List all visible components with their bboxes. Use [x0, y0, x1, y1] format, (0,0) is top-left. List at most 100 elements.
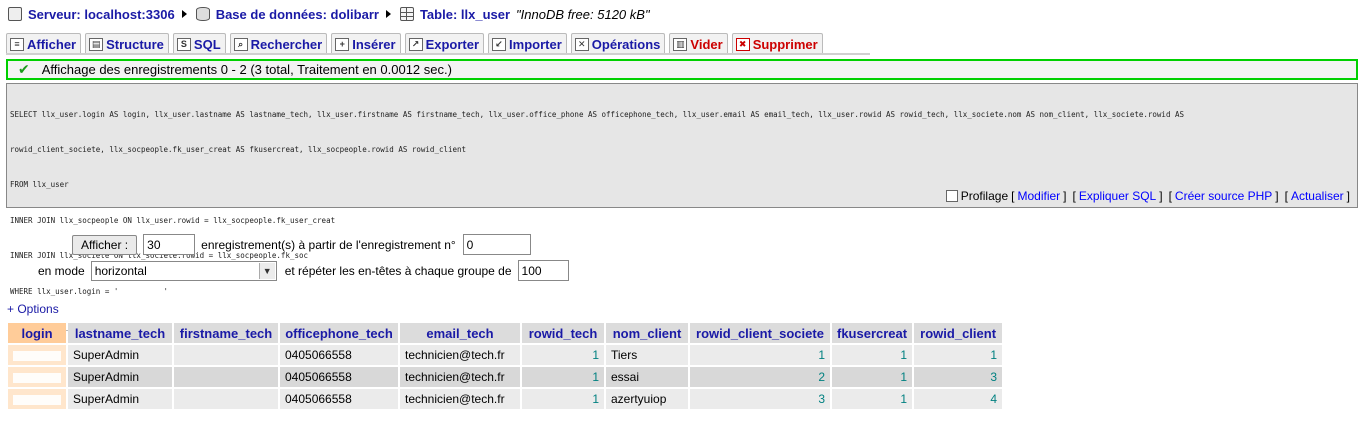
- cell-rowid-client: 4: [914, 389, 1003, 409]
- table-row[interactable]: SuperAdmin 0405066558 technicien@tech.fr…: [8, 367, 1003, 387]
- chevron-down-icon[interactable]: ▼: [258, 262, 275, 279]
- database-link[interactable]: Base de données: dolibarr: [216, 7, 379, 22]
- show-button[interactable]: Afficher :: [72, 234, 138, 255]
- tab-label: SQL: [193, 36, 221, 52]
- tab-label: Insérer: [352, 36, 396, 52]
- structure-icon: ▤: [89, 37, 104, 51]
- profiling-label: Profilage: [960, 189, 1009, 203]
- tab-label: Rechercher: [250, 36, 323, 52]
- cell-firstname-tech: [174, 367, 278, 387]
- sql-line: INNER JOIN llx_socpeople ON llx_user.row…: [10, 215, 336, 225]
- breadcrumb: Serveur: localhost:3306 Base de données:…: [8, 5, 650, 23]
- column-header-rowid-tech[interactable]: rowid_tech: [522, 323, 604, 343]
- cell-nom-client: Tiers: [606, 345, 688, 365]
- sql-icon: S: [176, 37, 191, 51]
- start-row-input[interactable]: 0: [462, 234, 531, 255]
- tab-label: Afficher: [27, 36, 77, 52]
- cell-rowid-client: 1: [914, 345, 1003, 365]
- navigation-row-1: Afficher : 30 enregistrement(s) à partir…: [72, 234, 531, 255]
- tab-operations[interactable]: ✕ Opérations: [570, 33, 666, 54]
- cell-lastname-tech: SuperAdmin: [68, 345, 172, 365]
- database-icon: [195, 7, 210, 21]
- header-row: login lastname_tech firstname_tech offic…: [8, 323, 1003, 343]
- export-icon: ↗: [408, 37, 423, 51]
- bracket: ]: [1275, 189, 1279, 203]
- bracket: ]: [1063, 189, 1067, 203]
- table-row[interactable]: SuperAdmin 0405066558 technicien@tech.fr…: [8, 389, 1003, 409]
- cell-email-tech: technicien@tech.fr: [400, 389, 520, 409]
- insert-icon: +: [335, 37, 350, 51]
- column-header-firstname-tech[interactable]: firstname_tech: [174, 323, 278, 343]
- repeat-headers-input[interactable]: 100: [517, 260, 569, 281]
- rows-text: enregistrement(s) à partir de l'enregist…: [201, 237, 456, 252]
- bracket: ]: [1346, 189, 1350, 203]
- column-header-login[interactable]: login: [8, 323, 66, 343]
- column-header-nom-client[interactable]: nom_client: [606, 323, 688, 343]
- sql-line: rowid_client_societe, llx_socpeople.fk_u…: [10, 144, 467, 154]
- cell-fkusercreat: 1: [832, 367, 913, 387]
- mode-label: en mode: [38, 263, 85, 278]
- column-header-fkusercreat[interactable]: fkusercreat: [832, 323, 913, 343]
- drop-icon: ✖: [735, 37, 750, 51]
- browse-icon: ≡: [10, 37, 24, 51]
- cell-rowid-tech: 1: [522, 389, 604, 409]
- cell-email-tech: technicien@tech.fr: [400, 367, 520, 387]
- column-header-email-tech[interactable]: email_tech: [400, 323, 520, 343]
- search-icon: ⌕: [233, 37, 248, 51]
- tab-underline: [6, 53, 870, 55]
- column-header-rowid-client-societe[interactable]: rowid_client_societe: [690, 323, 830, 343]
- tab-supprimer[interactable]: ✖ Supprimer: [731, 33, 823, 54]
- cell-login: [8, 345, 66, 365]
- cell-nom-client: azertyuiop: [606, 389, 688, 409]
- tab-vider[interactable]: ▥ Vider: [669, 33, 728, 54]
- tab-rechercher[interactable]: ⌕ Rechercher: [229, 33, 328, 54]
- redacted-value: [13, 350, 61, 361]
- tab-importer[interactable]: ↙ Importer: [488, 33, 567, 54]
- success-message: ✔ Affichage des enregistrements 0 - 2 (3…: [6, 59, 1358, 80]
- redacted-value: [13, 372, 61, 383]
- cell-fkusercreat: 1: [832, 389, 913, 409]
- explain-link[interactable]: Expliquer SQL: [1079, 189, 1156, 203]
- tab-label: Importer: [509, 36, 562, 52]
- check-icon: ✔: [18, 61, 30, 77]
- cell-lastname-tech: SuperAdmin: [68, 389, 172, 409]
- cell-officephone-tech: 0405066558: [280, 389, 398, 409]
- server-icon: [8, 7, 22, 21]
- tab-afficher[interactable]: ≡ Afficher: [6, 33, 82, 54]
- tab-exporter[interactable]: ↗ Exporter: [404, 33, 485, 54]
- breadcrumb-table[interactable]: Table: llx_user: [399, 7, 510, 22]
- create-php-link[interactable]: Créer source PHP: [1175, 189, 1272, 203]
- breadcrumb-server[interactable]: Serveur: localhost:3306: [8, 7, 175, 22]
- tab-label: Opérations: [591, 36, 661, 52]
- cell-rowid-tech: 1: [522, 367, 604, 387]
- display-mode-value: horizontal: [94, 263, 147, 278]
- server-link[interactable]: Serveur: localhost:3306: [28, 7, 175, 22]
- tab-label: Vider: [690, 36, 723, 52]
- rows-count-input[interactable]: 30: [143, 234, 196, 255]
- display-mode-select[interactable]: horizontal ▼: [90, 260, 277, 281]
- tab-label: Structure: [106, 36, 164, 52]
- column-header-officephone-tech[interactable]: officephone_tech: [280, 323, 398, 343]
- bracket: ]: [1159, 189, 1163, 203]
- tab-structure[interactable]: ▤ Structure: [85, 33, 169, 54]
- table-row[interactable]: SuperAdmin 0405066558 technicien@tech.fr…: [8, 345, 1003, 365]
- sql-line: WHERE llx_user.login = ' ': [10, 286, 169, 296]
- refresh-link[interactable]: Actualiser: [1291, 189, 1344, 203]
- breadcrumb-database[interactable]: Base de données: dolibarr: [195, 7, 379, 22]
- cell-rowid-client-societe: 2: [690, 367, 830, 387]
- tab-bar: ≡ Afficher ▤ Structure S SQL ⌕ Rechercher + I…: [6, 32, 823, 54]
- empty-icon: ▥: [673, 37, 688, 51]
- cell-rowid-client-societe: 1: [690, 345, 830, 365]
- tab-sql[interactable]: S SQL: [172, 33, 226, 54]
- table-link[interactable]: Table: llx_user: [420, 7, 510, 22]
- cell-login: [8, 389, 66, 409]
- cell-officephone-tech: 0405066558: [280, 367, 398, 387]
- options-link[interactable]: + Options: [7, 302, 59, 316]
- profiling-checkbox[interactable]: [945, 190, 958, 202]
- column-header-rowid-client[interactable]: rowid_client: [914, 323, 1003, 343]
- tab-inserer[interactable]: + Insérer: [331, 33, 401, 54]
- operations-icon: ✕: [574, 37, 589, 51]
- separator-arrow-icon: [385, 10, 391, 18]
- column-header-lastname-tech[interactable]: lastname_tech: [68, 323, 172, 343]
- edit-link[interactable]: Modifier: [1017, 189, 1060, 203]
